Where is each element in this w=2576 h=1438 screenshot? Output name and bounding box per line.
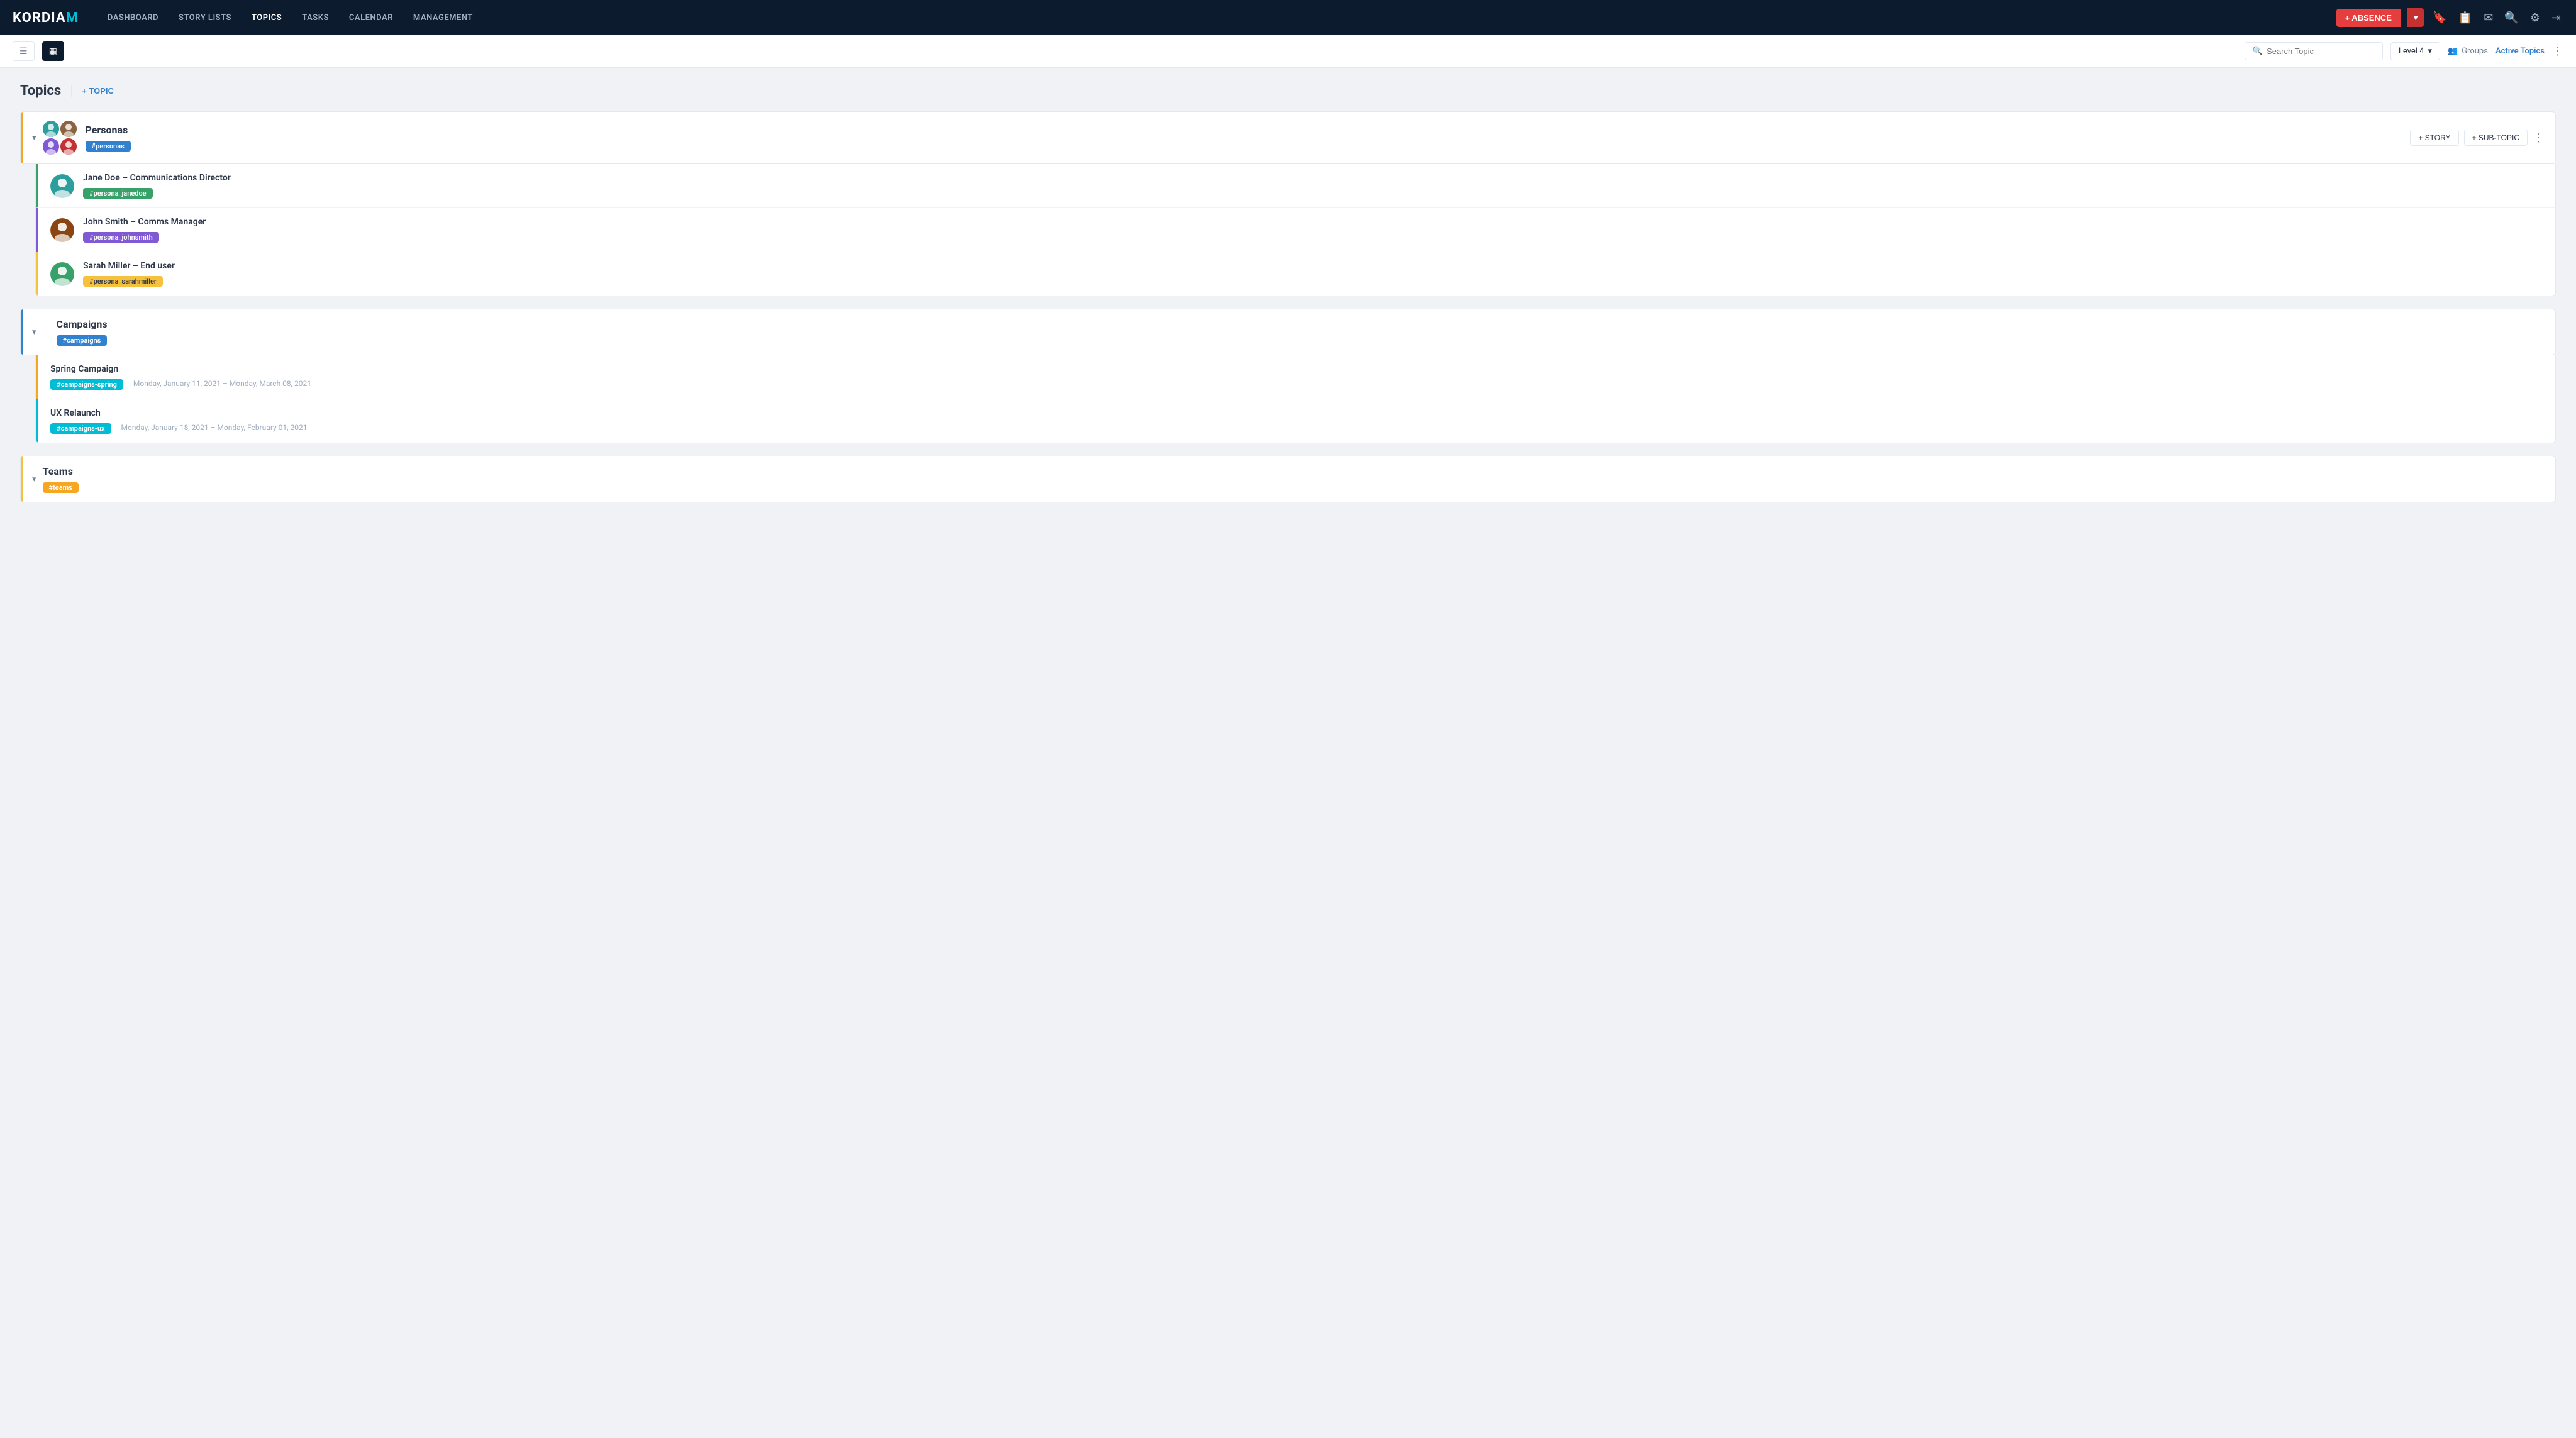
level-label: Level 4 bbox=[2399, 47, 2424, 56]
nav-management[interactable]: MANAGEMENT bbox=[404, 8, 482, 28]
settings-icon[interactable]: ⚙ bbox=[2528, 9, 2543, 27]
jane-doe-tag: #persona_janedoe bbox=[83, 188, 153, 199]
topic-personas: ▾ bbox=[20, 111, 2556, 296]
avatar-2 bbox=[60, 121, 77, 137]
active-topics-button[interactable]: Active Topics bbox=[2496, 47, 2545, 56]
ux-relaunch-date: Monday, January 18, 2021 – Monday, Febru… bbox=[121, 423, 308, 432]
campaigns-name: Campaigns bbox=[57, 318, 2544, 330]
avatar-4 bbox=[60, 138, 77, 155]
absence-caret-button[interactable]: ▾ bbox=[2407, 8, 2424, 27]
teams-collapse-button[interactable]: ▾ bbox=[32, 475, 36, 484]
level-chevron-icon: ▾ bbox=[2428, 47, 2432, 56]
personas-subtopic-button[interactable]: + SUB-TOPIC bbox=[2464, 130, 2528, 146]
personas-subtopics: Jane Doe – Communications Director #pers… bbox=[35, 164, 2556, 296]
page-title: Topics bbox=[20, 83, 61, 99]
subtopic-spring-campaign: Spring Campaign #campaigns-spring Monday… bbox=[36, 355, 2555, 399]
search-icon[interactable]: 🔍 bbox=[2502, 9, 2521, 27]
personas-tag: #personas bbox=[86, 141, 131, 152]
search-small-icon: 🔍 bbox=[2253, 47, 2263, 56]
avatar-1 bbox=[43, 121, 59, 137]
spring-campaign-date: Monday, January 11, 2021 – Monday, March… bbox=[133, 379, 311, 388]
personas-info: Personas #personas bbox=[86, 124, 2411, 152]
title-divider bbox=[71, 85, 72, 97]
nav-story-lists[interactable]: STORY LISTS bbox=[170, 8, 240, 28]
logo[interactable]: KORDIAM bbox=[13, 10, 79, 26]
ux-relaunch-info: UX Relaunch #campaigns-ux Monday, Januar… bbox=[50, 408, 2543, 434]
ux-relaunch-tag: #campaigns-ux bbox=[50, 423, 111, 434]
campaigns-left-bar bbox=[21, 309, 23, 355]
personas-name: Personas bbox=[86, 124, 2411, 136]
personas-actions: + STORY + SUB-TOPIC ⋮ bbox=[2410, 130, 2544, 146]
brand-name: KORDIAM bbox=[13, 10, 79, 26]
personas-avatars bbox=[43, 121, 78, 155]
john-smith-avatar bbox=[50, 218, 74, 242]
nav-tasks[interactable]: TASKS bbox=[293, 8, 338, 28]
signout-icon[interactable]: ⇥ bbox=[2549, 9, 2563, 27]
search-input[interactable] bbox=[2267, 47, 2375, 56]
sarah-miller-tag: #persona_sarahmiller bbox=[83, 276, 163, 287]
topic-teams: ▾ Teams #teams bbox=[20, 456, 2556, 502]
john-smith-name: John Smith – Comms Manager bbox=[83, 217, 2543, 227]
navbar: KORDIAM DASHBOARD STORY LISTS TOPICS TAS… bbox=[0, 0, 2576, 35]
john-smith-tag: #persona_johnsmith bbox=[83, 232, 159, 243]
nav-dashboard[interactable]: DASHBOARD bbox=[99, 8, 167, 28]
groups-label: Groups bbox=[2462, 47, 2488, 56]
ux-relaunch-name: UX Relaunch bbox=[50, 408, 2543, 418]
jane-doe-name: Jane Doe – Communications Director bbox=[83, 173, 2543, 183]
level-select[interactable]: Level 4 ▾ bbox=[2390, 42, 2440, 60]
toolbar: ☰ ▦ 🔍 Level 4 ▾ 👥 Groups Active Topics ⋮ bbox=[0, 35, 2576, 68]
jane-doe-avatar bbox=[50, 174, 74, 198]
list-view-button[interactable]: ☰ bbox=[13, 41, 35, 61]
nav-links: DASHBOARD STORY LISTS TOPICS TASKS CALEN… bbox=[99, 8, 2336, 28]
toolbar-more-button[interactable]: ⋮ bbox=[2552, 45, 2563, 58]
absence-button[interactable]: + ABSENCE bbox=[2336, 9, 2401, 27]
subtopic-ux-relaunch: UX Relaunch #campaigns-ux Monday, Januar… bbox=[36, 399, 2555, 443]
nav-topics[interactable]: TOPICS bbox=[243, 8, 291, 28]
page-title-row: Topics + TOPIC bbox=[20, 83, 2556, 99]
nav-calendar[interactable]: CALENDAR bbox=[340, 8, 402, 28]
avatar-3 bbox=[43, 138, 59, 155]
teams-left-bar bbox=[21, 456, 23, 502]
teams-tag: #teams bbox=[43, 482, 79, 493]
teams-name: Teams bbox=[43, 465, 2544, 477]
sarah-miller-avatar bbox=[50, 262, 74, 286]
campaigns-info: Campaigns #campaigns bbox=[57, 318, 2544, 346]
campaigns-subtopics: Spring Campaign #campaigns-spring Monday… bbox=[35, 355, 2556, 443]
topic-personas-header: ▾ bbox=[20, 111, 2556, 164]
main-content: Topics + TOPIC ▾ bbox=[0, 68, 2576, 530]
campaigns-tag: #campaigns bbox=[57, 335, 108, 346]
subtopic-jane-doe: Jane Doe – Communications Director #pers… bbox=[36, 164, 2555, 208]
search-box: 🔍 bbox=[2245, 42, 2383, 60]
grid-view-button[interactable]: ▦ bbox=[42, 41, 64, 61]
spring-campaign-name: Spring Campaign bbox=[50, 364, 2543, 374]
add-topic-button[interactable]: + TOPIC bbox=[82, 86, 114, 96]
spring-campaign-tag: #campaigns-spring bbox=[50, 379, 123, 390]
bookmark-icon[interactable]: 🔖 bbox=[2430, 9, 2449, 27]
sarah-miller-name: Sarah Miller – End user bbox=[83, 261, 2543, 271]
mail-icon[interactable]: ✉ bbox=[2481, 9, 2496, 27]
teams-info: Teams #teams bbox=[43, 465, 2544, 493]
clipboard-icon[interactable]: 📋 bbox=[2456, 9, 2475, 27]
subtopic-sarah-miller: Sarah Miller – End user #persona_sarahmi… bbox=[36, 252, 2555, 296]
campaigns-collapse-button[interactable]: ▾ bbox=[32, 328, 36, 337]
topic-campaigns: ▾ Campaigns #campaigns Spring Campaign #… bbox=[20, 309, 2556, 443]
groups-button[interactable]: 👥 Groups bbox=[2448, 47, 2488, 56]
topic-campaigns-header: ▾ Campaigns #campaigns bbox=[20, 309, 2556, 355]
personas-story-button[interactable]: + STORY bbox=[2410, 130, 2458, 146]
subtopic-john-smith: John Smith – Comms Manager #persona_john… bbox=[36, 208, 2555, 252]
nav-actions: + ABSENCE ▾ 🔖 📋 ✉ 🔍 ⚙ ⇥ bbox=[2336, 8, 2563, 27]
topic-teams-header: ▾ Teams #teams bbox=[20, 456, 2556, 502]
spring-campaign-info: Spring Campaign #campaigns-spring Monday… bbox=[50, 364, 2543, 390]
personas-collapse-button[interactable]: ▾ bbox=[32, 133, 36, 143]
sarah-miller-info: Sarah Miller – End user #persona_sarahmi… bbox=[83, 261, 2543, 287]
groups-icon: 👥 bbox=[2448, 47, 2458, 56]
john-smith-info: John Smith – Comms Manager #persona_john… bbox=[83, 217, 2543, 243]
jane-doe-info: Jane Doe – Communications Director #pers… bbox=[83, 173, 2543, 199]
personas-left-bar bbox=[21, 112, 23, 163]
personas-more-icon[interactable]: ⋮ bbox=[2533, 131, 2544, 145]
